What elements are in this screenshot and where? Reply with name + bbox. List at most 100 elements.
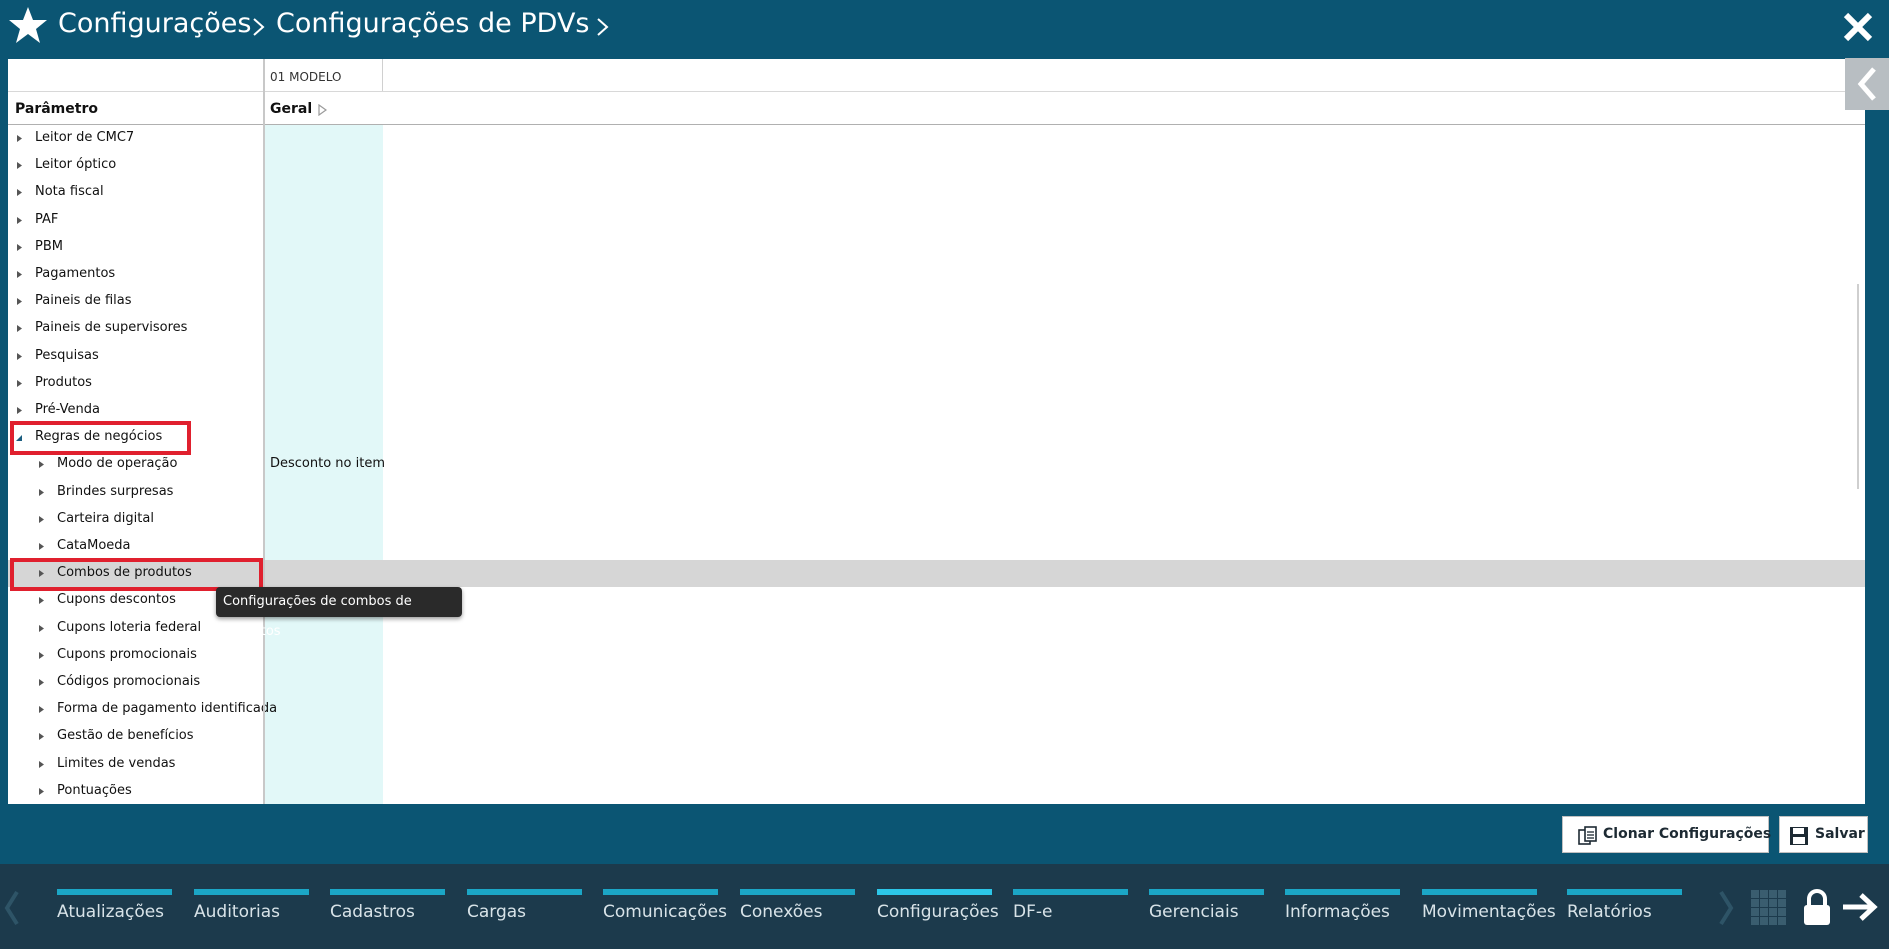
expand-triangle-icon[interactable] xyxy=(16,297,23,306)
nav-next-icon[interactable] xyxy=(1717,888,1735,928)
apps-grid-icon[interactable] xyxy=(1751,890,1787,926)
tooltip: Configurações de combos de produtos xyxy=(216,587,462,639)
nav-item-bar xyxy=(467,889,582,895)
save-label: Salvar xyxy=(1815,826,1865,842)
tree-row-label: Gestão de benefícios xyxy=(57,728,194,743)
expand-triangle-icon[interactable] xyxy=(16,379,23,388)
tree-row[interactable]: PBM xyxy=(8,234,1865,261)
model-column-header[interactable]: 01 MODELO xyxy=(265,59,383,91)
tree-row[interactable]: Combos de produtos xyxy=(8,560,1865,587)
tree-row-label: Leitor óptico xyxy=(35,157,117,172)
save-disk-icon xyxy=(1790,827,1808,845)
tree-row-label: Pagamentos xyxy=(35,266,116,281)
expand-triangle-icon[interactable] xyxy=(38,460,45,469)
nav-item-label: Configurações xyxy=(877,902,999,922)
logout-arrow-icon[interactable] xyxy=(1841,892,1879,922)
tree-row[interactable]: Cupons loteria federal xyxy=(8,615,1865,642)
expand-triangle-icon[interactable] xyxy=(38,705,45,714)
tree-row[interactable]: Gestão de benefícios xyxy=(8,723,1865,750)
tree-row[interactable]: Pontuações xyxy=(8,778,1865,804)
group-column-header[interactable]: Geral xyxy=(270,101,312,117)
tree-row[interactable]: PAF xyxy=(8,207,1865,234)
nav-item-bar xyxy=(1567,889,1682,895)
expand-triangle-icon[interactable] xyxy=(38,515,45,524)
lock-icon[interactable] xyxy=(1802,888,1832,926)
expand-triangle-icon[interactable] xyxy=(16,324,23,333)
top-bar: Configurações Configurações de PDVs xyxy=(0,0,1889,56)
tree-row[interactable]: Carteira digital xyxy=(8,506,1865,533)
breadcrumb-chevron-icon[interactable] xyxy=(590,12,616,42)
nav-item-bar xyxy=(57,889,172,895)
expand-triangle-icon[interactable] xyxy=(38,787,45,796)
expand-triangle-icon[interactable] xyxy=(16,270,23,279)
expand-triangle-icon[interactable] xyxy=(38,542,45,551)
tree-row[interactable]: Limites de vendas xyxy=(8,751,1865,778)
nav-item-label: Gerenciais xyxy=(1149,902,1239,922)
nav-item-bar xyxy=(330,889,445,895)
tree-row-label: Paineis de supervisores xyxy=(35,320,188,335)
expand-group-icon[interactable] xyxy=(317,104,327,116)
tree-row[interactable]: Códigos promocionais xyxy=(8,669,1865,696)
tree-row[interactable]: Produtos xyxy=(8,370,1865,397)
tree-row-label: CataMoeda xyxy=(57,538,131,553)
clone-icon xyxy=(1578,826,1597,845)
tree-row[interactable]: Modo de operação Desconto no item xyxy=(8,451,1865,478)
tree-row[interactable]: Leitor de CMC7 xyxy=(8,125,1865,152)
tree-row[interactable]: CataMoeda xyxy=(8,533,1865,560)
expand-triangle-icon[interactable] xyxy=(38,488,45,497)
nav-prev-icon[interactable] xyxy=(3,888,21,928)
close-icon[interactable] xyxy=(1841,10,1875,44)
expand-triangle-icon[interactable] xyxy=(16,243,23,252)
tree-row[interactable]: Regras de negócios xyxy=(8,424,1865,451)
breadcrumb-chevron-icon xyxy=(253,18,265,36)
expand-triangle-icon[interactable] xyxy=(16,134,23,143)
tree-row-label: Cupons descontos xyxy=(57,592,176,607)
vertical-scrollbar[interactable] xyxy=(1857,284,1859,489)
nav-item-bar xyxy=(194,889,309,895)
tree-row[interactable]: Brindes surpresas xyxy=(8,479,1865,506)
column-divider[interactable] xyxy=(263,59,265,804)
tree-row-label: Códigos promocionais xyxy=(57,674,201,689)
tree-row[interactable]: Pré-Venda xyxy=(8,397,1865,424)
tree-row-value[interactable]: Desconto no item xyxy=(270,456,385,471)
nav-item-bar xyxy=(740,889,855,895)
expand-triangle-icon[interactable] xyxy=(16,406,23,415)
expand-triangle-icon[interactable] xyxy=(38,678,45,687)
expand-triangle-icon[interactable] xyxy=(16,188,23,197)
tree-row[interactable]: Cupons promocionais xyxy=(8,642,1865,669)
tree-row[interactable]: Pagamentos xyxy=(8,261,1865,288)
expand-triangle-icon[interactable] xyxy=(16,216,23,225)
clone-configurations-button[interactable]: Clonar Configurações xyxy=(1562,816,1771,853)
expand-triangle-icon[interactable] xyxy=(38,732,45,741)
tree-row[interactable]: Forma de pagamento identificada xyxy=(8,696,1865,723)
tree-row-label: Modo de operação xyxy=(57,456,178,471)
expand-triangle-icon[interactable] xyxy=(38,760,45,769)
favorite-star-icon[interactable] xyxy=(8,5,48,45)
expand-triangle-icon[interactable] xyxy=(38,596,45,605)
expand-triangle-icon[interactable] xyxy=(38,624,45,633)
tree-row[interactable]: Nota fiscal xyxy=(8,179,1865,206)
highlight-regras-de-negocios xyxy=(10,421,191,455)
expand-triangle-icon[interactable] xyxy=(16,352,23,361)
breadcrumb-configuracoes-pdvs[interactable]: Configurações de PDVs xyxy=(276,8,589,39)
tree-row-label: Paineis de filas xyxy=(35,293,132,308)
tree-row-label: PAF xyxy=(35,212,59,227)
tree-row-label: Pesquisas xyxy=(35,348,99,363)
nav-item-label: Informações xyxy=(1285,902,1390,922)
nav-item-bar xyxy=(1013,889,1128,895)
tree-row[interactable]: Pesquisas xyxy=(8,343,1865,370)
tree-row[interactable]: Paineis de supervisores xyxy=(8,315,1865,342)
tree-row-label: Cupons loteria federal xyxy=(57,620,202,635)
nav-item-bar xyxy=(1422,889,1537,895)
expand-triangle-icon[interactable] xyxy=(16,161,23,170)
collapse-panel-tab[interactable] xyxy=(1845,58,1889,110)
tree-row-label: Nota fiscal xyxy=(35,184,104,199)
nav-item-label: Cargas xyxy=(467,902,527,922)
nav-item-label: DF-e xyxy=(1013,902,1053,922)
expand-triangle-icon[interactable] xyxy=(38,651,45,660)
save-button[interactable]: Salvar xyxy=(1779,816,1868,853)
tree-row[interactable]: Leitor óptico xyxy=(8,152,1865,179)
nav-item-label: Auditorias xyxy=(194,902,280,922)
breadcrumb-configuracoes[interactable]: Configurações xyxy=(58,8,251,39)
tree-row[interactable]: Paineis de filas xyxy=(8,288,1865,315)
